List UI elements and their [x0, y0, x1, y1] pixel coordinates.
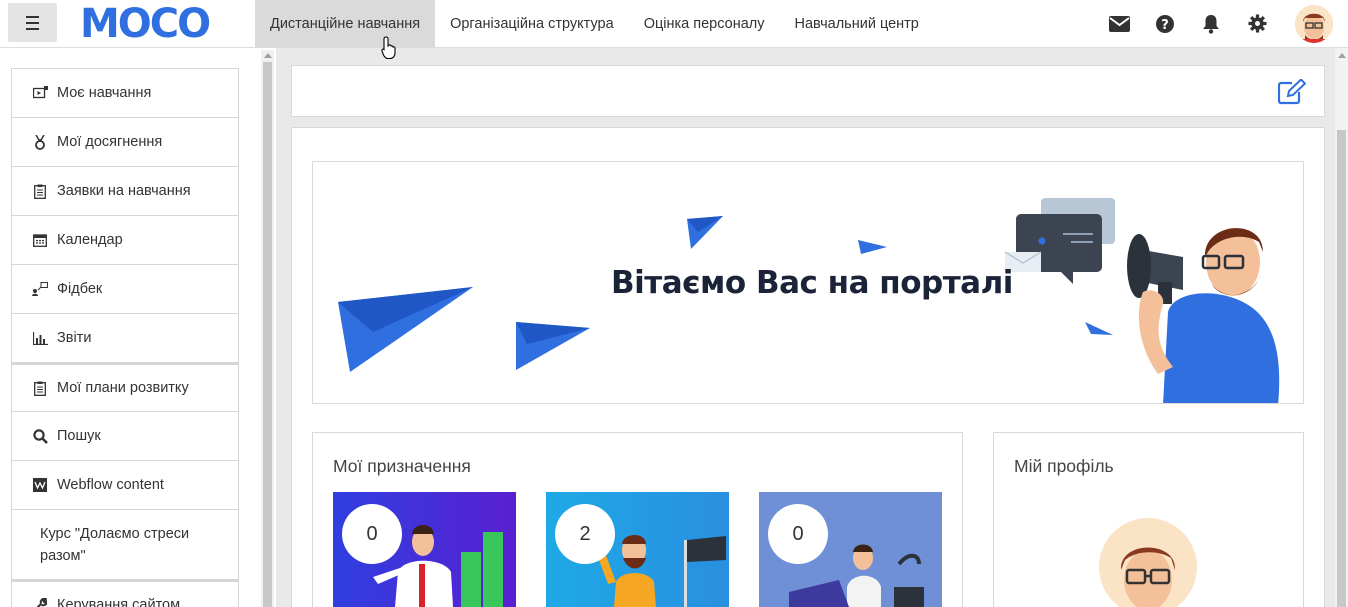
webflow-icon [32, 477, 48, 493]
sidebar-item-reports[interactable]: Звіти [11, 314, 239, 363]
chart-icon [32, 330, 48, 346]
sidebar-item-my-learning[interactable]: Моє навчання [11, 69, 239, 118]
gear-icon[interactable] [1234, 0, 1280, 47]
assignment-count: 0 [342, 504, 402, 564]
calendar-icon [32, 232, 48, 248]
nav-org-structure[interactable]: Організаційна структура [435, 0, 629, 47]
hand-cursor-icon [381, 36, 396, 60]
sidebar-item-achievements[interactable]: Мої досягнення [11, 118, 239, 167]
sidebar-scroll-thumb[interactable] [263, 62, 272, 607]
assignment-tile[interactable]: 0 [333, 492, 516, 607]
feedback-icon [32, 281, 48, 297]
sidebar-item-label: Курс "Долаємо стреси разом" [40, 525, 190, 564]
nav-training-center[interactable]: Навчальний центр [780, 0, 934, 47]
sidebar-item-search[interactable]: Пошук [11, 412, 239, 461]
profile-title: Мій профіль [1014, 456, 1114, 476]
assignment-count: 0 [768, 504, 828, 564]
page-scrollbar[interactable] [1335, 48, 1348, 607]
wrench-icon [32, 597, 48, 607]
sidebar-item-label: Фідбек [57, 281, 103, 297]
menu-toggle-button[interactable] [8, 3, 57, 42]
sidebar-item-site-admin[interactable]: Керування сайтом [11, 580, 239, 607]
sidebar-item-stress-course[interactable]: Курс "Долаємо стреси разом" [11, 510, 239, 580]
bell-icon[interactable] [1188, 0, 1234, 47]
top-bar: MOCO Дистанційне навчання Організаційна … [0, 0, 1348, 48]
scroll-up-arrow-icon[interactable] [264, 53, 272, 58]
moco-logo[interactable]: MOCO [78, 4, 238, 42]
sidebar-item-label: Керування сайтом [57, 597, 181, 607]
page-scroll-thumb[interactable] [1337, 130, 1346, 607]
main-nav: Дистанційне навчання Організаційна струк… [255, 0, 934, 47]
nav-staff-assessment[interactable]: Оцінка персоналу [629, 0, 780, 47]
avatar [1295, 4, 1333, 43]
sidebar-item-label: Мої плани розвитку [57, 380, 189, 396]
sidebar-item-training-requests[interactable]: Заявки на навчання [11, 167, 239, 216]
sidebar-scrollbar[interactable] [261, 50, 274, 607]
sidebar-menu: Моє навчання Мої досягнення Заявки на на… [11, 68, 239, 607]
banner-title: Вітаємо Вас на порталі [611, 265, 1013, 301]
profile-avatar[interactable] [1099, 518, 1197, 607]
sidebar-item-label: Календар [57, 232, 123, 248]
sidebar-item-label: Пошук [57, 428, 101, 444]
scroll-up-arrow-icon[interactable] [1338, 53, 1346, 58]
assignment-count: 2 [555, 504, 615, 564]
edit-icon[interactable] [1278, 79, 1306, 105]
envelope-icon[interactable] [1096, 0, 1142, 47]
user-avatar-button[interactable] [1280, 0, 1348, 47]
sidebar: Моє навчання Мої досягнення Заявки на на… [0, 48, 276, 607]
question-icon[interactable]: ? [1142, 0, 1188, 47]
sidebar-item-label: Моє навчання [57, 85, 152, 101]
sidebar-item-label: Webflow content [57, 477, 164, 493]
assignment-tile[interactable]: 2 [546, 492, 729, 607]
medal-icon [32, 134, 48, 150]
assignments-title: Мої призначення [333, 456, 471, 476]
search-icon [32, 428, 48, 444]
sidebar-item-label: Заявки на навчання [57, 183, 191, 199]
sidebar-item-label: Мої досягнення [57, 134, 163, 150]
clipboard-icon [32, 183, 48, 199]
page-edit-bar [291, 65, 1325, 117]
sidebar-item-label: Звіти [57, 330, 92, 346]
welcome-banner: Вітаємо Вас на порталі [312, 161, 1304, 404]
profile-card: Мій профіль [993, 432, 1304, 607]
hamburger-icon [26, 14, 39, 32]
sidebar-item-development-plans[interactable]: Мої плани розвитку [11, 363, 239, 412]
svg-text:?: ? [1161, 18, 1169, 33]
paper-plane-icon [338, 287, 473, 372]
svg-text:MOCO: MOCO [80, 4, 209, 42]
sidebar-item-feedback[interactable]: Фідбек [11, 265, 239, 314]
play-screen-icon [32, 85, 48, 101]
sidebar-item-calendar[interactable]: Календар [11, 216, 239, 265]
sidebar-item-webflow[interactable]: Webflow content [11, 461, 239, 510]
clipboard-icon [32, 380, 48, 396]
header-actions: ? [1096, 0, 1348, 47]
nav-distance-learning[interactable]: Дистанційне навчання [255, 0, 436, 47]
assignment-tile[interactable]: 0 [759, 492, 942, 607]
